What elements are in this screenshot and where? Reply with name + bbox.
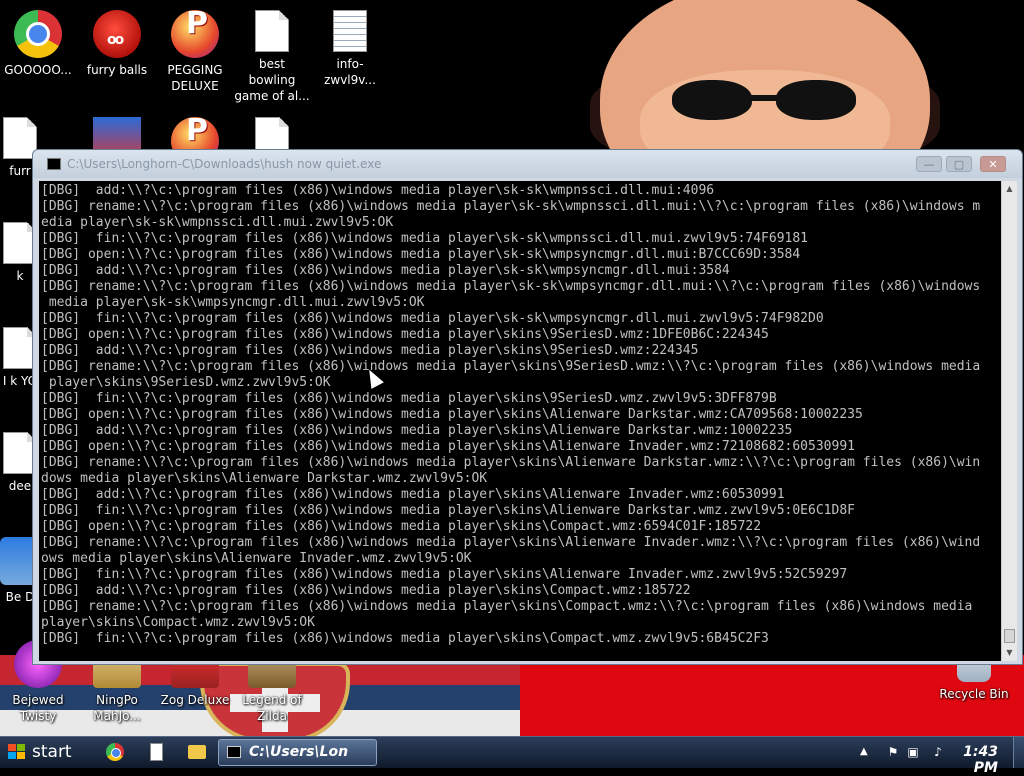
console-line: player\skins\Compact.wmz.zwvl9v5:OK xyxy=(41,615,315,630)
console-line: [DBG] add:\\?\c:\program files (x86)\win… xyxy=(41,487,785,502)
desktop-icon-furry-balls[interactable]: furry balls xyxy=(79,10,155,78)
console-line: [DBG] rename:\\?\c:\program files (x86)\… xyxy=(41,455,981,470)
flag-icon[interactable]: ⚑ xyxy=(885,745,901,760)
console-line: [DBG] fin:\\?\c:\program files (x86)\win… xyxy=(41,391,777,406)
desktop-icon-label: best bowling game of al... xyxy=(234,57,310,103)
tray-expand-icon[interactable]: ▲ xyxy=(860,746,868,757)
taskbar-button-label: C:\Users\Lon xyxy=(249,744,349,760)
console-line: [DBG] open:\\?\c:\program files (x86)\wi… xyxy=(41,247,801,262)
scrollbar-thumb[interactable] xyxy=(1004,629,1015,643)
desktop-icon-chrome[interactable]: GOOOOO... xyxy=(0,10,76,78)
desktop-icon-label: Zog Deluxe xyxy=(160,693,230,707)
window-titlebar[interactable]: C:\Users\Longhorn-C\Downloads\hush now q… xyxy=(33,150,1022,178)
desktop-icon-label: NingPo MahJo... xyxy=(93,693,141,723)
desktop: GOOOOO... furry balls PEGGING DELUXE bes… xyxy=(0,0,1024,736)
console-line: [DBG] add:\\?\c:\program files (x86)\win… xyxy=(41,423,793,438)
wallpaper-glasses-left xyxy=(672,80,752,120)
file-icon[interactable] xyxy=(150,743,163,761)
console-line: [DBG] rename:\\?\c:\program files (x86)\… xyxy=(41,535,981,550)
desktop-icon-label: PEGGING DELUXE xyxy=(167,63,223,93)
start-label: start xyxy=(32,742,72,762)
console-line: [DBG] open:\\?\c:\program files (x86)\wi… xyxy=(41,439,855,454)
wallpaper-glasses-right xyxy=(776,80,856,120)
maximize-button[interactable]: ▢ xyxy=(946,156,972,172)
console-line: [DBG] fin:\\?\c:\program files (x86)\win… xyxy=(41,311,824,326)
console-line: [DBG] open:\\?\c:\program files (x86)\wi… xyxy=(41,407,863,422)
console-output[interactable]: [DBG] add:\\?\c:\program files (x86)\win… xyxy=(39,181,1001,661)
console-line: player\skins\9SeriesD.wmz.zwvl9v5:OK xyxy=(41,375,331,390)
show-desktop-button[interactable] xyxy=(1013,737,1024,768)
desktop-icon-pegging-deluxe[interactable]: PEGGING DELUXE xyxy=(157,10,233,94)
windows-logo-icon xyxy=(8,744,26,761)
console-line: [DBG] add:\\?\c:\program files (x86)\win… xyxy=(41,343,699,358)
clock[interactable]: 1:43 PM xyxy=(938,744,998,776)
desktop-icon-label: GOOOOO... xyxy=(4,63,72,77)
console-line: [DBG] open:\\?\c:\program files (x86)\wi… xyxy=(41,327,769,342)
console-line: [DBG] add:\\?\c:\program files (x86)\win… xyxy=(41,583,691,598)
desktop-icon-info-file[interactable]: info-zwvl9v... xyxy=(312,10,388,88)
network-icon[interactable]: ▣ xyxy=(905,745,921,760)
console-line: [DBG] rename:\\?\c:\program files (x86)\… xyxy=(41,599,973,614)
taskbar-console-button[interactable]: C:\Users\Lon xyxy=(218,739,377,766)
console-line: [DBG] fin:\\?\c:\program files (x86)\win… xyxy=(41,567,848,582)
console-line: ows media player\skins\Alienware Invader… xyxy=(41,551,472,566)
console-icon xyxy=(47,158,61,170)
wallpaper-glasses-bridge xyxy=(748,95,780,101)
desktop-icon-label: Legend of Zilda xyxy=(242,693,302,723)
file-icon xyxy=(255,10,289,52)
window-title: C:\Users\Longhorn-C\Downloads\hush now q… xyxy=(67,157,382,171)
close-button[interactable]: ✕ xyxy=(980,156,1006,172)
console-line: edia player\sk-sk\wmpnssci.dll.mui.zwvl9… xyxy=(41,215,394,230)
console-line: [DBG] fin:\\?\c:\program files (x86)\win… xyxy=(41,631,769,646)
console-icon xyxy=(227,746,241,758)
chrome-icon xyxy=(14,10,62,58)
chrome-icon[interactable] xyxy=(106,743,124,761)
console-line: [DBG] open:\\?\c:\program files (x86)\wi… xyxy=(41,519,762,534)
console-line: [DBG] fin:\\?\c:\program files (x86)\win… xyxy=(41,231,809,246)
minimize-button[interactable]: — xyxy=(916,156,942,172)
console-text: [DBG] add:\\?\c:\program files (x86)\win… xyxy=(39,181,1001,647)
console-line: [DBG] fin:\\?\c:\program files (x86)\win… xyxy=(41,503,855,518)
console-line: [DBG] add:\\?\c:\program files (x86)\win… xyxy=(41,183,715,198)
console-line: [DBG] rename:\\?\c:\program files (x86)\… xyxy=(41,359,981,374)
console-line: media player\sk-sk\wmpsyncmgr.dll.mui.zw… xyxy=(41,295,425,310)
text-file-icon xyxy=(333,10,367,52)
desktop-icon-best-bowling[interactable]: best bowling game of al... xyxy=(234,10,310,104)
start-button[interactable]: start xyxy=(0,737,88,768)
console-line: [DBG] rename:\\?\c:\program files (x86)\… xyxy=(41,279,981,294)
console-line: [DBG] add:\\?\c:\program files (x86)\win… xyxy=(41,263,730,278)
console-window[interactable]: C:\Users\Longhorn-C\Downloads\hush now q… xyxy=(32,149,1023,665)
folder-icon[interactable] xyxy=(188,745,206,759)
desktop-icon-label: Bejewed Twisty xyxy=(12,693,64,723)
vertical-scrollbar[interactable]: ▲ ▼ xyxy=(1001,181,1017,661)
console-line: dows media player\skins\Alienware Darkst… xyxy=(41,471,488,486)
console-line: [DBG] rename:\\?\c:\program files (x86)\… xyxy=(41,199,981,214)
scroll-down-arrow-icon[interactable]: ▼ xyxy=(1002,645,1017,661)
desktop-icon-label: furry balls xyxy=(86,63,148,77)
peggle-icon xyxy=(171,10,219,58)
taskbar: start C:\Users\Lon ▲ ⚑ ▣ ♪ 1:43 PM xyxy=(0,736,1024,776)
fuzzball-icon xyxy=(93,10,141,58)
scroll-up-arrow-icon[interactable]: ▲ xyxy=(1002,181,1017,197)
desktop-icon-label: info-zwvl9v... xyxy=(324,57,376,87)
desktop-icon-label: Recycle Bin xyxy=(939,687,1009,701)
